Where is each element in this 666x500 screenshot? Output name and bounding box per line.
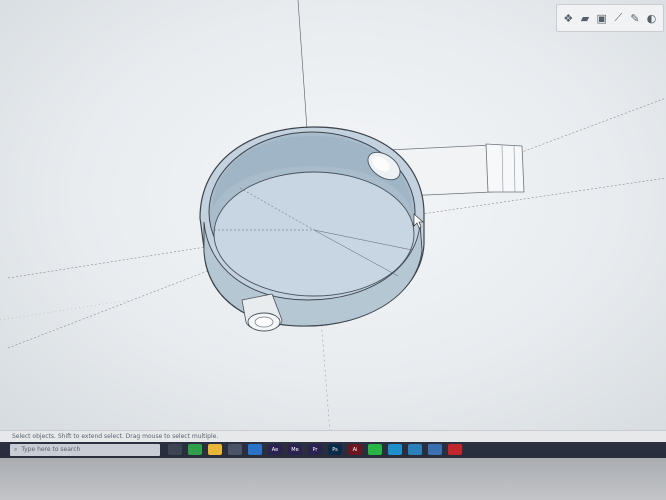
after-effects-icon[interactable]: Ae bbox=[268, 444, 282, 455]
monitor-bezel bbox=[0, 458, 666, 500]
whatsapp-icon[interactable] bbox=[368, 444, 382, 455]
3d-viewport[interactable]: ❖ ▰ ▣ ⟋ ✎ ◐ bbox=[0, 0, 666, 432]
edge-icon[interactable] bbox=[388, 444, 402, 455]
teams-icon[interactable] bbox=[408, 444, 422, 455]
save-icon[interactable]: ▣ bbox=[595, 11, 609, 25]
acrobat-icon[interactable]: Ai bbox=[348, 444, 362, 455]
sketchup-icon[interactable] bbox=[448, 444, 462, 455]
search-placeholder: Type here to search bbox=[21, 446, 81, 453]
mail-icon[interactable] bbox=[248, 444, 262, 455]
taskbar-apps: Ae Me Pr Ps Ai bbox=[168, 444, 462, 455]
search-icon: ⌕ bbox=[14, 445, 18, 453]
photoshop-icon[interactable]: Ps bbox=[328, 444, 342, 455]
status-bar: Select objects. Shift to extend select. … bbox=[0, 430, 666, 442]
tape-measure-icon[interactable]: ✎ bbox=[628, 11, 642, 25]
component-icon[interactable]: ❖ bbox=[561, 11, 575, 25]
photos-icon[interactable] bbox=[428, 444, 442, 455]
toolbar: ❖ ▰ ▣ ⟋ ✎ ◐ bbox=[556, 4, 664, 32]
ruler-icon[interactable]: ⟋ bbox=[611, 11, 625, 25]
taskbar-search[interactable]: ⌕ Type here to search bbox=[10, 443, 160, 456]
task-view-icon[interactable] bbox=[168, 444, 182, 455]
model-canvas[interactable] bbox=[0, 0, 666, 432]
paint-bucket-icon[interactable]: ◐ bbox=[645, 11, 659, 25]
chrome-icon[interactable] bbox=[188, 444, 202, 455]
premiere-icon[interactable]: Pr bbox=[308, 444, 322, 455]
status-hint: Select objects. Shift to extend select. … bbox=[12, 433, 219, 440]
store-icon[interactable] bbox=[228, 444, 242, 455]
media-encoder-icon[interactable]: Me bbox=[288, 444, 302, 455]
file-explorer-icon[interactable] bbox=[208, 444, 222, 455]
bowl-model[interactable] bbox=[199, 126, 425, 327]
open-folder-icon[interactable]: ▰ bbox=[578, 11, 592, 25]
